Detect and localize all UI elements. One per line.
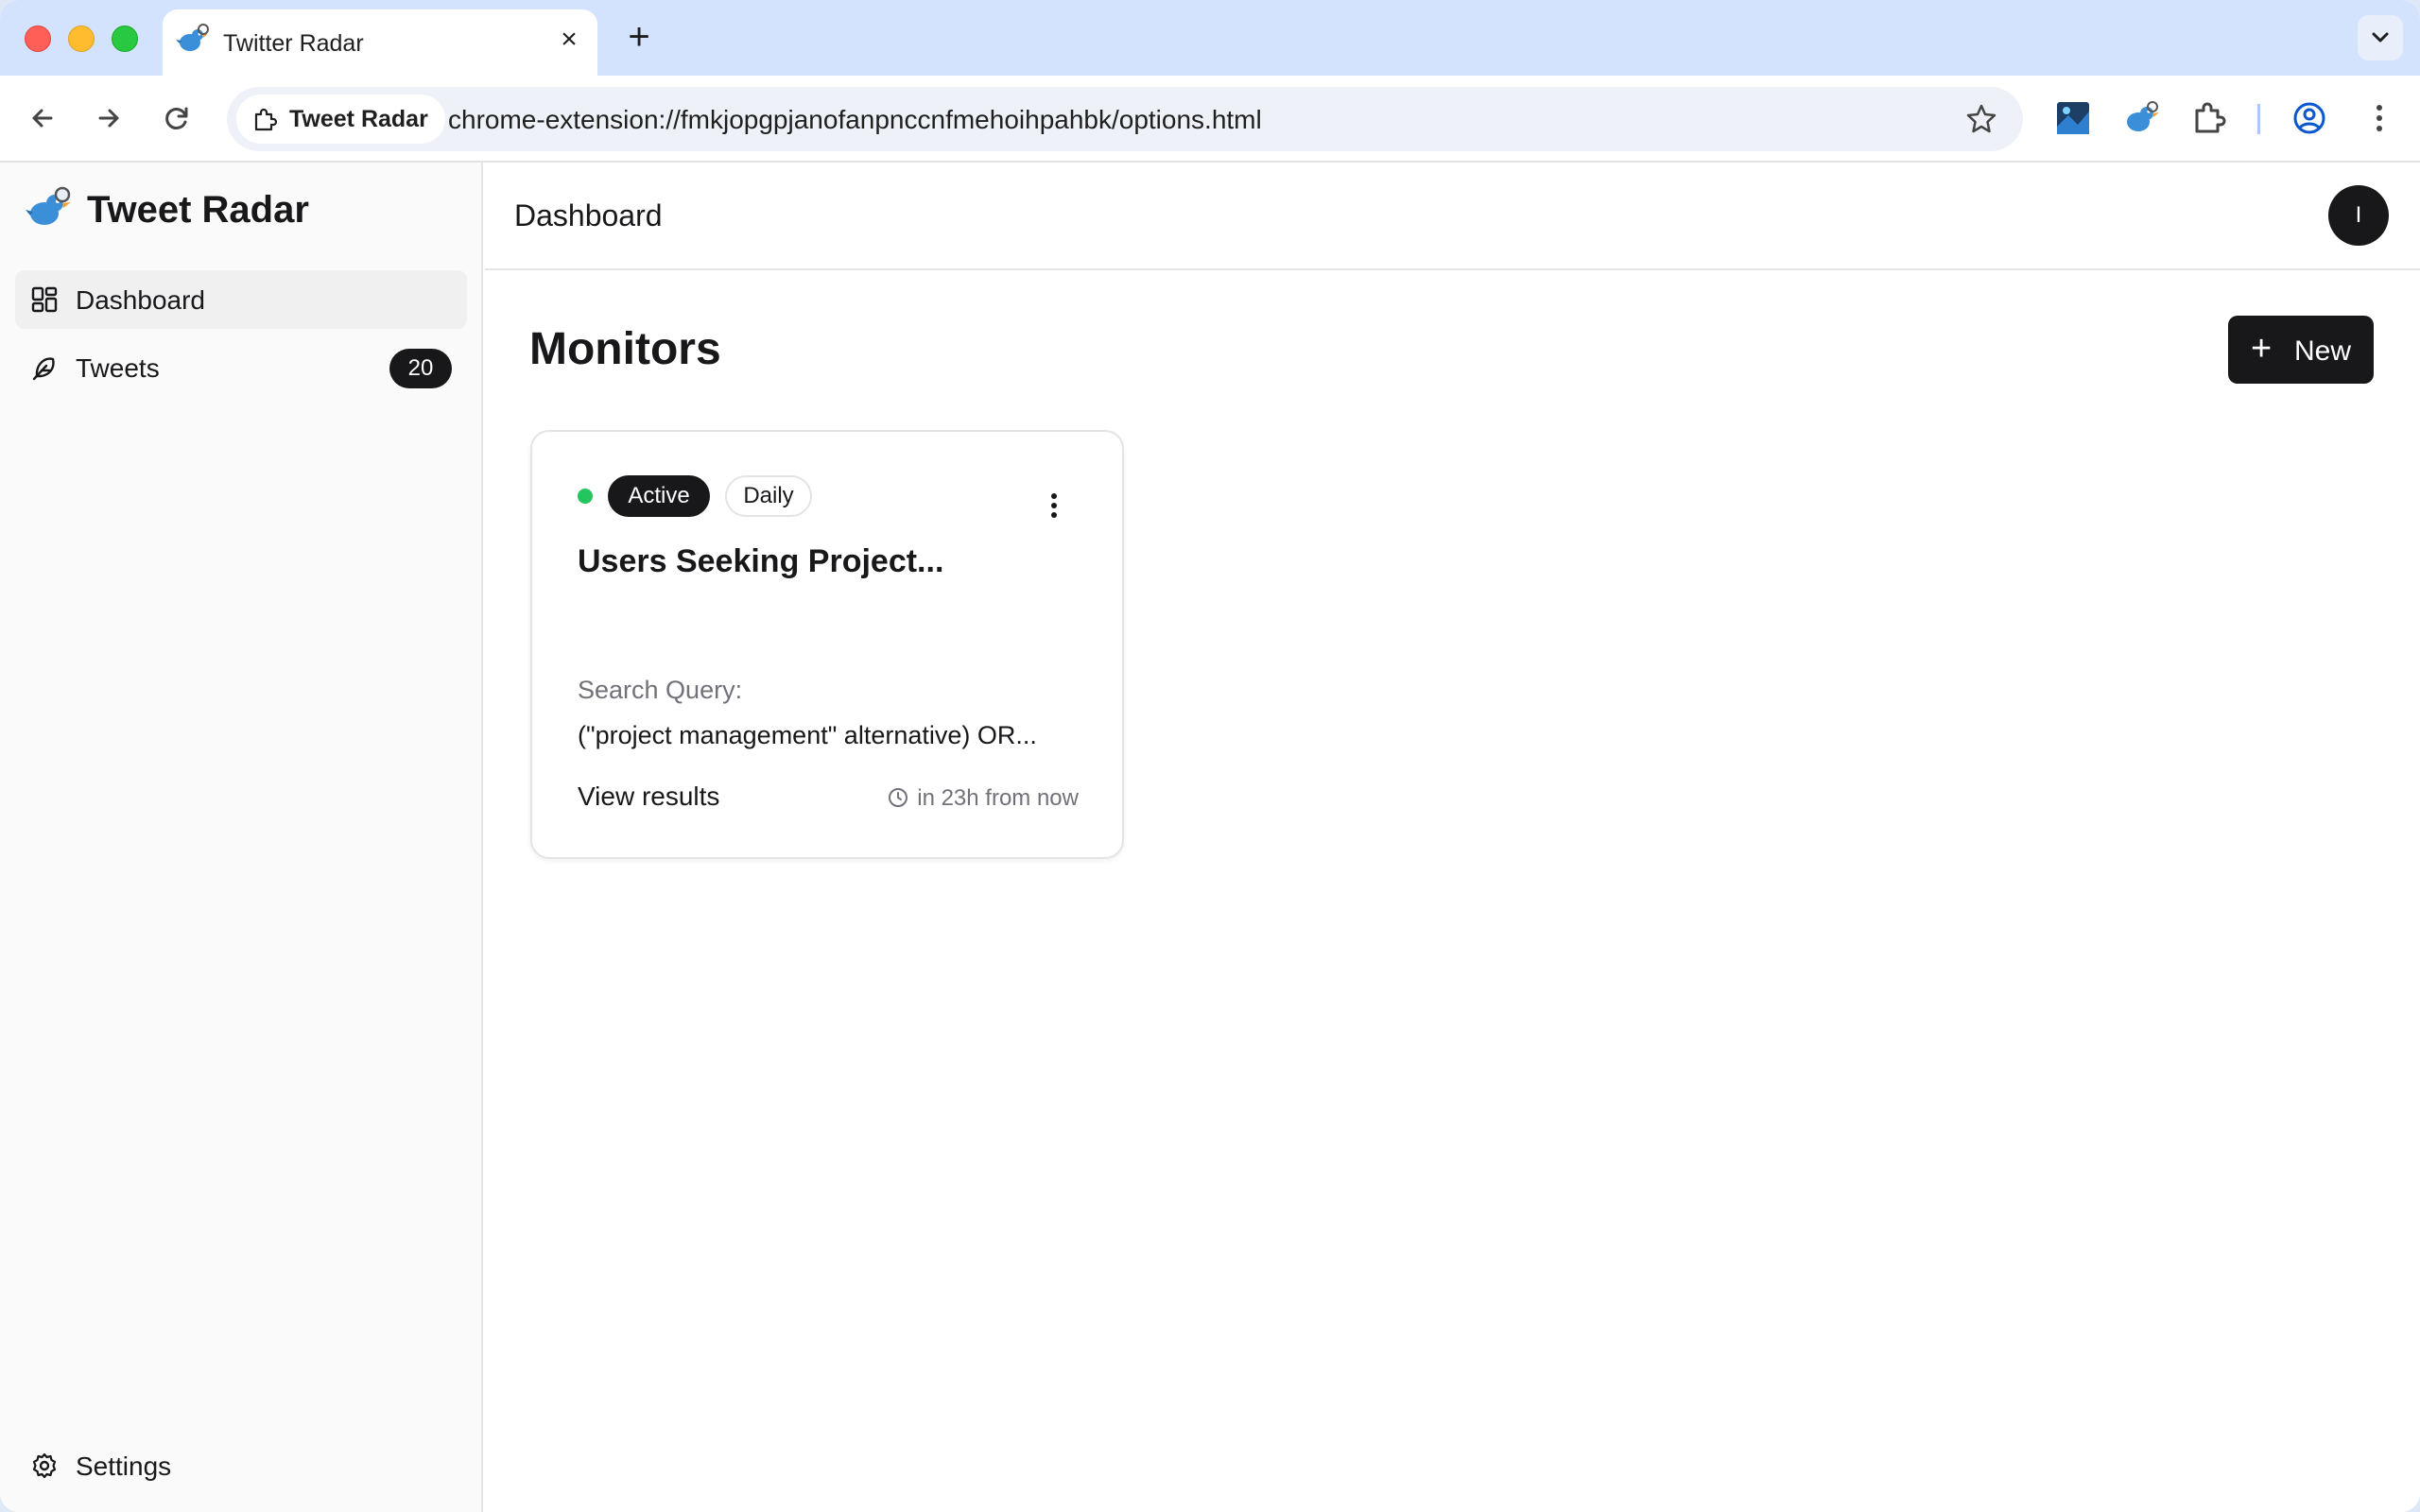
reload-button[interactable]	[155, 96, 199, 140]
feather-icon	[32, 357, 55, 381]
site-info-chip[interactable]: Tweet Radar	[236, 94, 445, 144]
puzzle-icon	[254, 108, 278, 131]
sidebar-item-label: Settings	[76, 1452, 172, 1481]
toolbar-divider	[2257, 104, 2260, 134]
extension-options-page: Tweet Radar Dashboard Tweets 20 Settings…	[0, 163, 2420, 1512]
forward-button[interactable]	[87, 96, 130, 140]
sidebar-item-label: Dashboard	[76, 285, 205, 315]
next-run-info: in 23h from now	[887, 785, 1079, 812]
new-monitor-button[interactable]: + New	[2228, 316, 2374, 384]
address-bar[interactable]: Tweet Radar chrome-extension://fmkjopgpj…	[227, 87, 2023, 151]
page-title: Dashboard	[514, 198, 663, 232]
view-results-link[interactable]: View results	[578, 782, 719, 812]
brand-name: Tweet Radar	[87, 189, 309, 231]
new-button-label: New	[2294, 335, 2352, 367]
monitor-card[interactable]: Active Daily Users Seeking Project... Se…	[530, 430, 1124, 859]
dashboard-icon	[31, 286, 58, 313]
tweet-radar-extension-icon[interactable]	[2121, 98, 2161, 138]
page-header: Dashboard I	[485, 163, 2420, 270]
sidebar-item-dashboard[interactable]: Dashboard	[15, 270, 467, 329]
extensions-puzzle-icon[interactable]	[2189, 98, 2229, 138]
monitors-heading: Monitors	[529, 324, 721, 374]
plus-icon: +	[2251, 329, 2273, 369]
tab-search-button[interactable]	[2358, 15, 2403, 60]
bird-icon	[176, 24, 209, 51]
close-tab-icon[interactable]: ×	[554, 25, 584, 55]
sidebar-item-label: Tweets	[76, 353, 160, 383]
site-chip-label: Tweet Radar	[289, 106, 428, 132]
bookmark-star-icon[interactable]	[1964, 102, 1998, 136]
browser-toolbar: Tweet Radar chrome-extension://fmkjopgpj…	[0, 76, 2420, 163]
close-window-button[interactable]	[25, 26, 51, 52]
gear-icon	[32, 1452, 57, 1479]
next-run-text: in 23h from now	[917, 785, 1079, 811]
more-options-icon[interactable]	[1033, 485, 1075, 526]
tweets-count-badge: 20	[389, 349, 452, 388]
status-dot-icon	[578, 489, 593, 504]
monitor-title: Users Seeking Project...	[578, 543, 944, 579]
chevron-down-icon	[2372, 32, 2389, 43]
search-query-label: Search Query:	[578, 676, 743, 704]
frequency-badge: Daily	[725, 475, 812, 517]
new-tab-button[interactable]: +	[620, 18, 658, 57]
minimize-window-button[interactable]	[68, 26, 95, 52]
browser-window: Twitter Radar × + Tweet Radar chrome-ext…	[0, 0, 2420, 1512]
maximize-window-button[interactable]	[112, 26, 138, 52]
sidebar-item-tweets[interactable]: Tweets 20	[15, 338, 467, 397]
main-content: Dashboard I Monitors + New Active Daily …	[485, 163, 2420, 1512]
more-vertical-icon[interactable]	[2360, 98, 2399, 138]
sidebar-item-settings[interactable]: Settings	[15, 1436, 467, 1495]
profile-icon[interactable]	[2290, 98, 2329, 138]
sidebar: Tweet Radar Dashboard Tweets 20 Settings	[0, 163, 483, 1512]
browser-tab[interactable]: Twitter Radar ×	[163, 9, 597, 76]
avatar[interactable]: I	[2328, 185, 2389, 246]
reload-icon	[165, 107, 188, 129]
bird-logo-icon	[26, 186, 71, 225]
status-badge: Active	[608, 475, 710, 517]
extension-image-icon[interactable]	[2053, 98, 2093, 138]
url-text: chrome-extension://fmkjopgpjanofanpnccnf…	[448, 105, 1262, 134]
back-arrow-icon	[32, 109, 53, 128]
tab-title: Twitter Radar	[223, 30, 364, 57]
back-button[interactable]	[21, 96, 64, 140]
forward-arrow-icon	[98, 109, 119, 128]
search-query-value: ("project management" alternative) OR...	[578, 721, 1037, 749]
tab-strip: Twitter Radar × +	[0, 0, 2420, 76]
